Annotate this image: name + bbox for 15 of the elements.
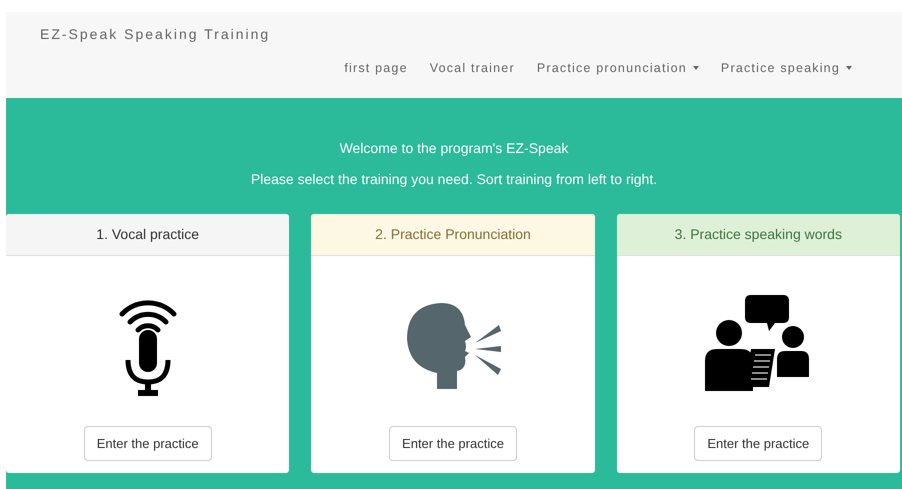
instruction-text: Please select the training you need. Sort training from left to right.: [250, 170, 658, 189]
card-header: 2. Practice Pronunciation: [311, 214, 595, 256]
card-header: 3. Practice speaking words: [616, 214, 900, 256]
enter-practice-button[interactable]: Enter the practice: [84, 426, 212, 461]
enter-practice-button[interactable]: Enter the practice: [694, 426, 822, 461]
caret-icon: [846, 66, 852, 70]
nav-link[interactable]: first page: [344, 59, 408, 78]
enter-practice-button[interactable]: Enter the practice: [389, 426, 517, 461]
nav-link[interactable]: Practice speaking: [720, 59, 852, 78]
brand-title[interactable]: EZ-Speak Speaking Training: [40, 24, 868, 45]
nav-link[interactable]: Vocal trainer: [430, 59, 515, 78]
nav-link[interactable]: Practice pronunciation: [536, 59, 699, 78]
card-header: 1. Vocal practice: [6, 214, 290, 256]
welcome-title: Welcome to the program's EZ-Speak: [338, 139, 570, 158]
caret-icon: [692, 66, 699, 70]
